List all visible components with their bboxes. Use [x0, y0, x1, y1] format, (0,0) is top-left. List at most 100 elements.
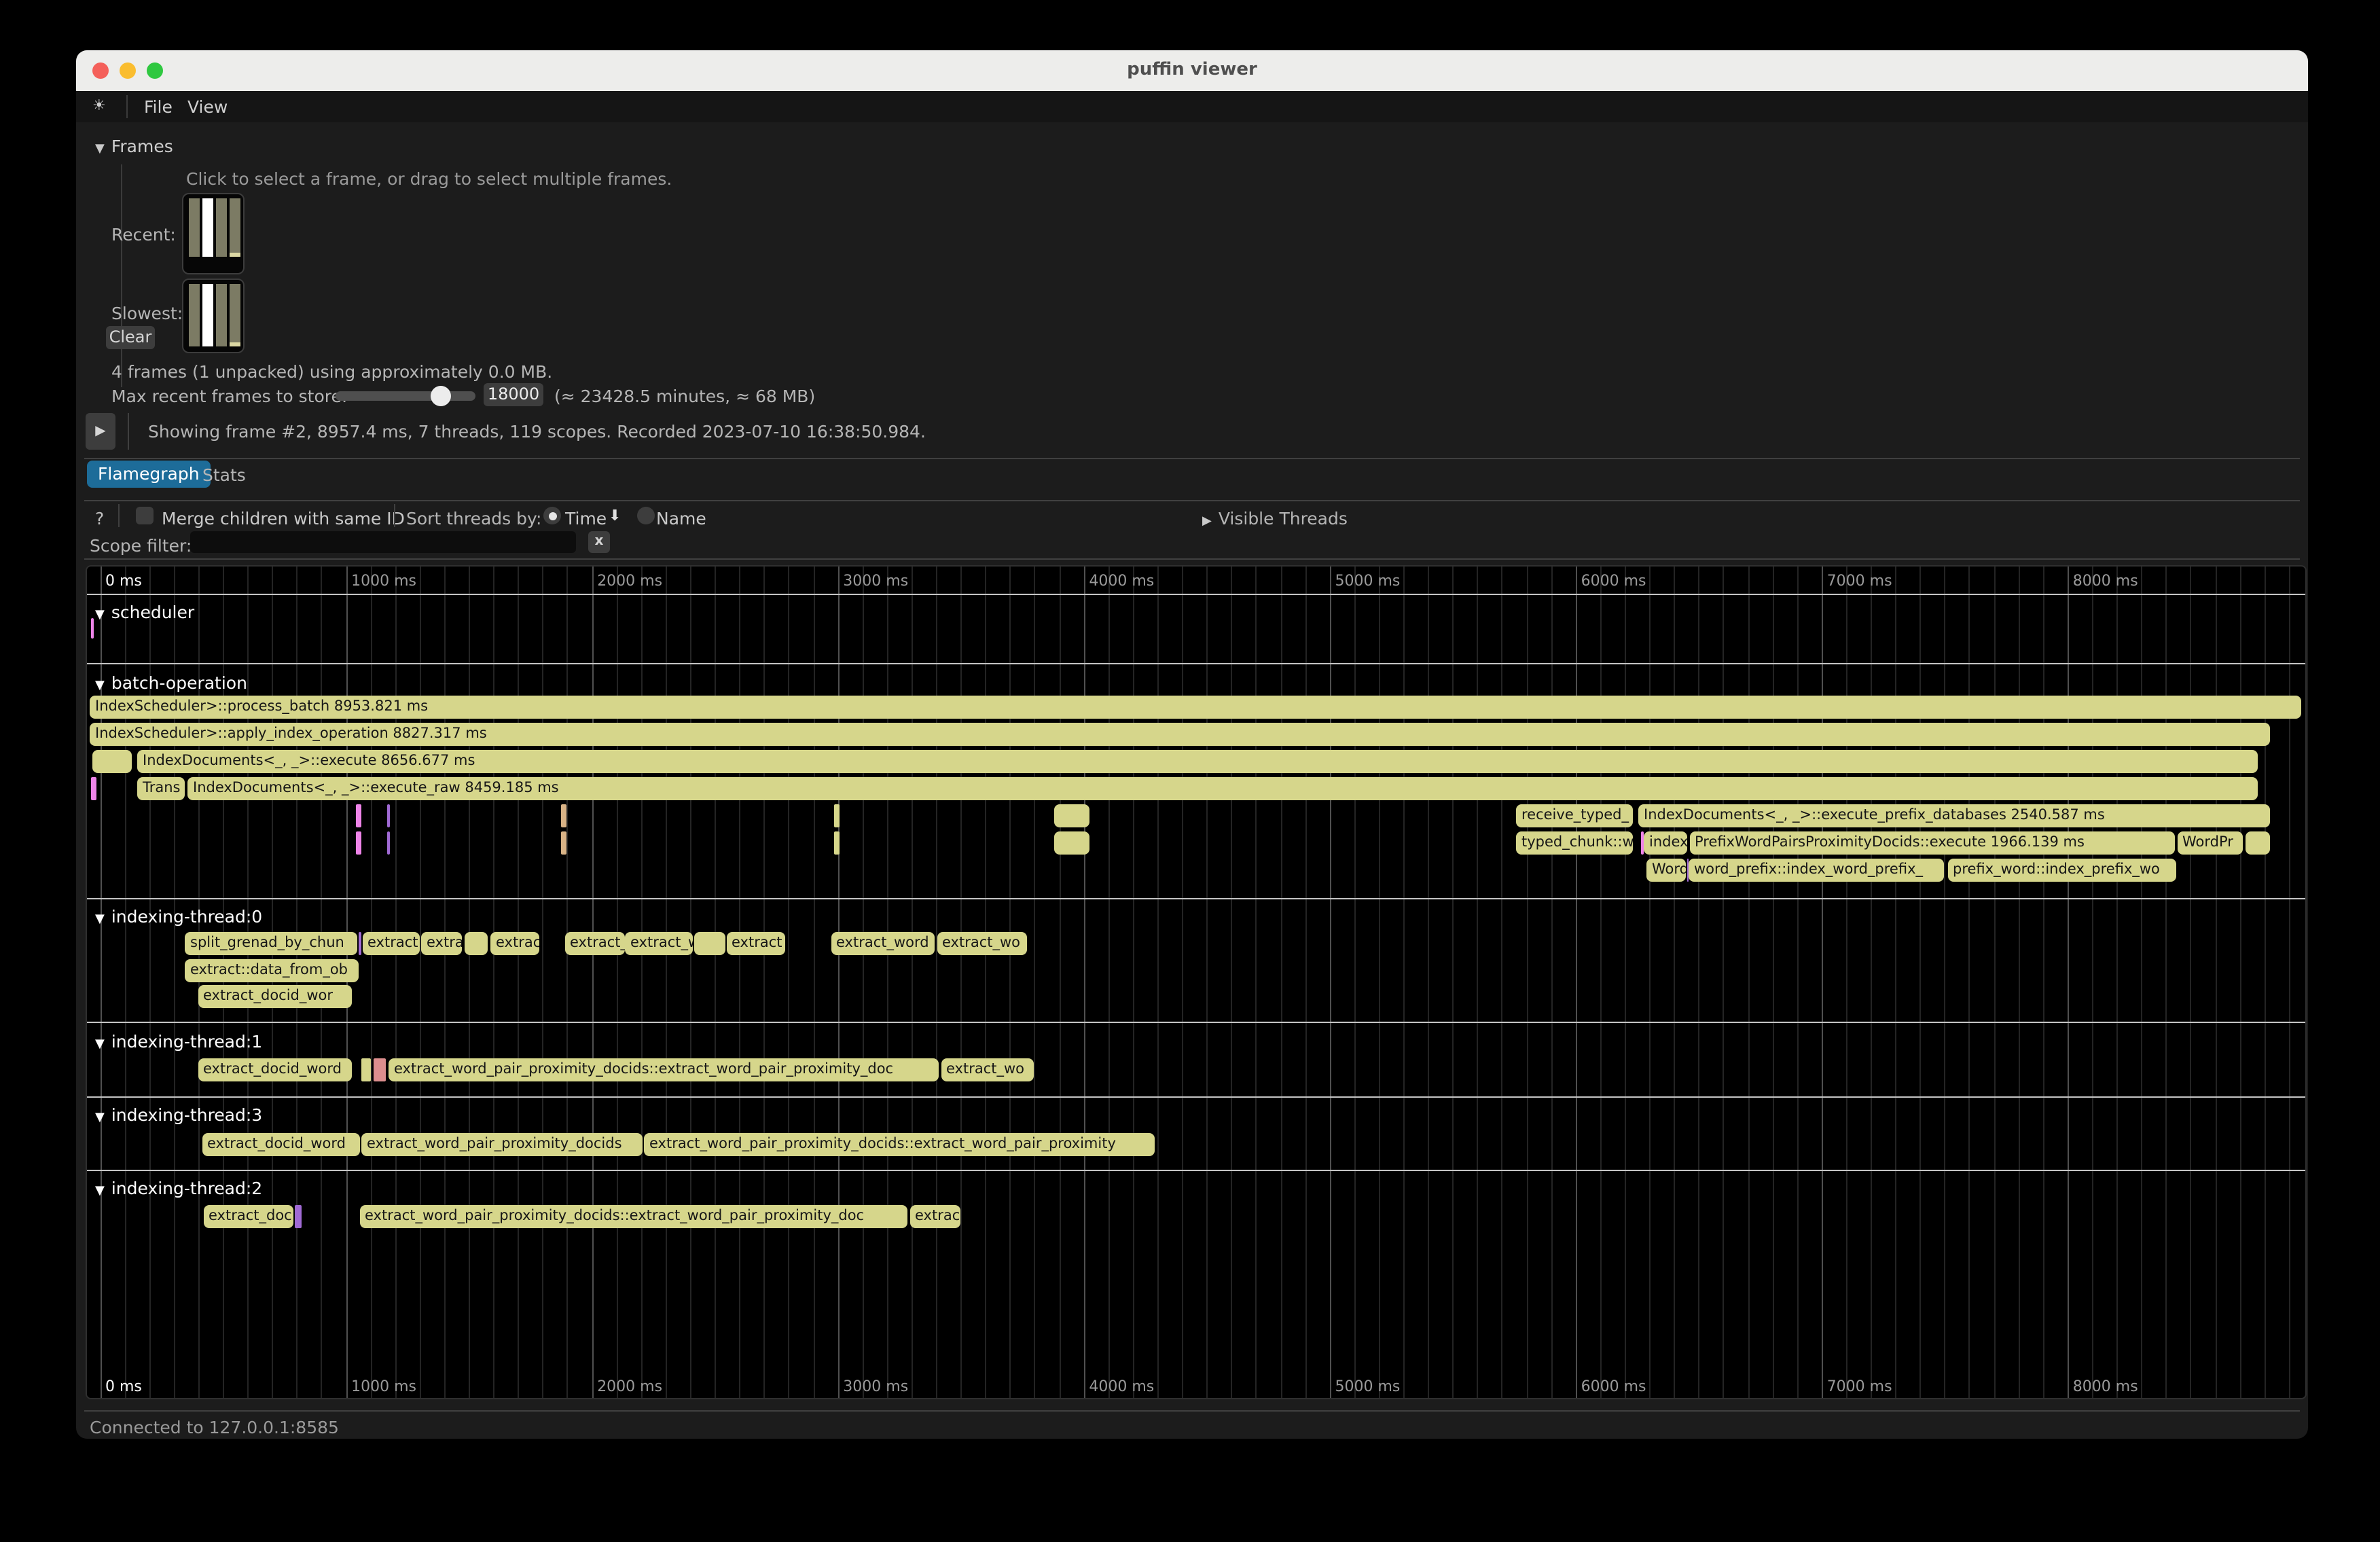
- gridline: [764, 567, 765, 1398]
- sort-threads-label: Sort threads by:: [406, 508, 541, 528]
- scope-bar[interactable]: [833, 804, 839, 827]
- scope-bar[interactable]: IndexScheduler>::apply_index_operation 8…: [90, 723, 2270, 746]
- scope-bar[interactable]: extract: [726, 932, 785, 955]
- scope-bar[interactable]: extract_word: [831, 932, 935, 955]
- scope-bar[interactable]: [295, 1205, 301, 1228]
- scope-bar[interactable]: [387, 831, 390, 855]
- merge-children-label: Merge children with same ID: [162, 508, 405, 528]
- scope-bar[interactable]: IndexDocuments<_, _>::execute_prefix_dat…: [1638, 804, 2270, 827]
- thread-header-scheduler[interactable]: ▼scheduler: [95, 602, 194, 622]
- scope-bar[interactable]: split_grenad_by_chun: [185, 932, 357, 955]
- titlebar: puffin viewer: [76, 50, 2308, 91]
- scope-bar[interactable]: [694, 932, 725, 955]
- scope-bar[interactable]: [92, 750, 131, 773]
- scope-bar[interactable]: [387, 804, 390, 827]
- max-frames-value[interactable]: 18000: [484, 383, 543, 406]
- scope-bar[interactable]: receive_typed_: [1516, 804, 1633, 827]
- scope-bar[interactable]: [1054, 831, 1089, 855]
- scope-bar[interactable]: [1640, 831, 1643, 855]
- scope-bar[interactable]: WordPr: [2177, 831, 2243, 855]
- sort-time-radio[interactable]: [543, 507, 561, 524]
- scope-bar[interactable]: [359, 932, 361, 955]
- scope-bar[interactable]: [464, 932, 487, 955]
- play-button[interactable]: ▶: [86, 413, 115, 450]
- thumbnail-bar: [189, 284, 200, 346]
- scope-bar[interactable]: typed_chunk::w: [1516, 831, 1633, 855]
- max-frames-slider[interactable]: [336, 391, 475, 401]
- scope-bar[interactable]: extra: [421, 932, 462, 955]
- scope-bar[interactable]: [1054, 804, 1089, 827]
- scope-bar[interactable]: [361, 1058, 370, 1081]
- scope-bar[interactable]: extract_: [564, 932, 624, 955]
- tab-stats[interactable]: Stats: [202, 465, 246, 485]
- sort-name-label[interactable]: Name: [656, 508, 706, 528]
- scope-filter-input[interactable]: [190, 531, 576, 553]
- scope-bar[interactable]: [560, 831, 566, 855]
- axis-label: 6000 ms: [1581, 1378, 1646, 1395]
- scope-bar[interactable]: [833, 831, 839, 855]
- scope-bar[interactable]: [90, 777, 96, 800]
- scope-bar[interactable]: extrac: [909, 1205, 960, 1228]
- scope-bar[interactable]: PrefixWordPairsProximityDocids::execute …: [1689, 831, 2174, 855]
- scope-bar[interactable]: extract_wo: [937, 932, 1027, 955]
- gridline: [1453, 567, 1454, 1398]
- thread-header-batch-operation[interactable]: ▼batch-operation: [95, 673, 247, 693]
- scope-bar[interactable]: extract_w: [625, 932, 693, 955]
- scope-bar[interactable]: IndexScheduler>::process_batch 8953.821 …: [90, 696, 2301, 719]
- scope-bar[interactable]: [560, 804, 566, 827]
- sort-time-label[interactable]: Time: [565, 508, 607, 528]
- gridline: [641, 567, 643, 1398]
- gridline: [1551, 567, 1552, 1398]
- scope-bar[interactable]: extract_docid_word: [198, 1058, 352, 1081]
- thread-header-indexing-thread:3[interactable]: ▼indexing-thread:3: [95, 1105, 262, 1125]
- slowest-frames-thumbnail[interactable]: [182, 279, 245, 353]
- flamegraph-canvas[interactable]: 0 ms0 ms1000 ms1000 ms2000 ms2000 ms3000…: [86, 565, 2307, 1399]
- merge-children-checkbox[interactable]: [136, 507, 154, 524]
- frames-collapsible-header[interactable]: ▼Frames: [95, 136, 173, 156]
- scope-bar[interactable]: extract_docid_wor: [198, 985, 352, 1008]
- scope-bar[interactable]: [356, 804, 361, 827]
- scope-bar[interactable]: prefix_word::index_prefix_wo: [1947, 859, 2176, 882]
- scope-bar[interactable]: Trans: [137, 777, 185, 800]
- theme-toggle-icon[interactable]: ☀: [92, 96, 106, 114]
- gridline: [346, 567, 347, 1398]
- visible-threads-header[interactable]: ▶Visible Threads: [1202, 508, 1348, 528]
- menu-view[interactable]: View: [187, 96, 228, 117]
- scope-bar[interactable]: extract::data_from_ob: [185, 959, 358, 982]
- scope-filter-clear-button[interactable]: x: [588, 531, 610, 553]
- scope-bar[interactable]: [90, 618, 93, 639]
- help-button[interactable]: ?: [95, 508, 104, 528]
- tab-flamegraph[interactable]: Flamegraph: [87, 461, 211, 488]
- scope-bar[interactable]: Word: [1646, 859, 1685, 882]
- gridline: [1502, 567, 1503, 1398]
- recent-frames-thumbnail[interactable]: [182, 193, 245, 274]
- scope-bar[interactable]: extract_wo: [941, 1058, 1033, 1081]
- gridline: [1772, 567, 1773, 1398]
- gridline: [1822, 567, 1823, 1398]
- scope-bar[interactable]: extract_word_pair_proximity_docids: [361, 1133, 642, 1156]
- clear-button[interactable]: Clear: [106, 326, 155, 349]
- scope-bar[interactable]: IndexDocuments<_, _>::execute_raw 8459.1…: [187, 777, 2258, 800]
- scope-bar[interactable]: extract_word_pair_proximity_docids::extr…: [389, 1058, 939, 1081]
- scope-bar[interactable]: extract_doc: [203, 1205, 293, 1228]
- scope-bar[interactable]: extract_docid_word: [202, 1133, 359, 1156]
- thread-header-indexing-thread:0[interactable]: ▼indexing-thread:0: [95, 906, 262, 927]
- scope-bar[interactable]: extract_word_pair_proximity_docids::extr…: [644, 1133, 1154, 1156]
- scope-bar[interactable]: extract_word_pair_proximity_docids::extr…: [359, 1205, 907, 1228]
- thread-header-indexing-thread:1[interactable]: ▼indexing-thread:1: [95, 1031, 262, 1052]
- gridline: [1477, 567, 1479, 1398]
- scope-bar[interactable]: extrac: [490, 932, 539, 955]
- scope-bar[interactable]: [373, 1058, 385, 1081]
- scope-bar[interactable]: word_prefix::index_word_prefix_: [1689, 859, 1944, 882]
- scope-bar[interactable]: [2245, 831, 2270, 855]
- axis-label: 2000 ms: [597, 572, 662, 590]
- scope-bar[interactable]: index: [1644, 831, 1687, 855]
- scope-bar[interactable]: IndexDocuments<_, _>::execute 8656.677 m…: [137, 750, 2258, 773]
- scope-bar[interactable]: extract: [362, 932, 419, 955]
- menu-file[interactable]: File: [144, 96, 173, 117]
- slider-knob[interactable]: [431, 386, 451, 406]
- sort-name-radio[interactable]: [637, 507, 655, 524]
- thread-header-indexing-thread:2[interactable]: ▼indexing-thread:2: [95, 1178, 262, 1198]
- sort-direction-arrow-icon[interactable]: ⬇: [609, 507, 621, 524]
- scope-bar[interactable]: [356, 831, 361, 855]
